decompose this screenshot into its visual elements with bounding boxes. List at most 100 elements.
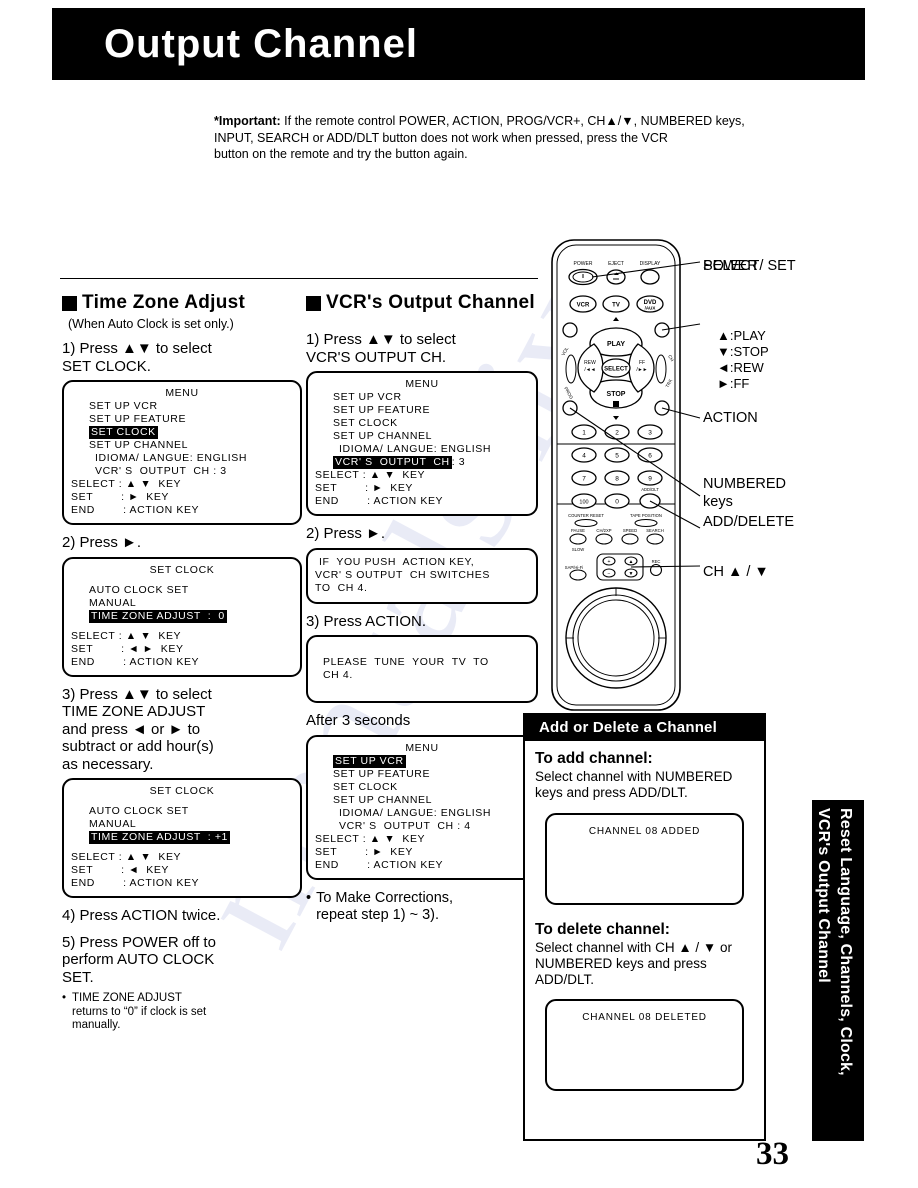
svg-text:1: 1 [582, 430, 586, 437]
svg-text:▼: ▼ [629, 571, 634, 577]
osd-row-idioma: IDIOMA/ LANGUE: ENGLISH [339, 443, 492, 455]
manual-page: manualshiv Output Channel *Important: If… [0, 0, 918, 1188]
svg-text:8: 8 [615, 476, 619, 483]
callout-add-delete: ADD/DELETE [703, 514, 795, 530]
osd-footer-set: SET : ◄ ► KEY [71, 642, 184, 655]
remote-right-side-rocker[interactable] [655, 354, 667, 384]
osd-footer-set: SET : ► KEY [71, 491, 170, 503]
svg-text:SAP/Hi-Fi: SAP/Hi-Fi [565, 565, 583, 570]
osd-row-manual: MANUAL [89, 596, 137, 609]
vcr-output-channel-section: VCR's Output Channel 1) Press ▲▼ to sele… [306, 292, 538, 924]
osd-row-set-up-channel: SET UP CHANNEL [333, 793, 433, 806]
svg-text:SPEED: SPEED [623, 528, 637, 533]
section-heading-vcr-output: VCR's Output Channel [306, 292, 538, 314]
osd-footer-select: SELECT : ▲ ▼ KEY [71, 629, 182, 642]
svg-text:−: − [608, 571, 611, 577]
callout-stop: ▼:STOP [717, 344, 769, 359]
osd-row-time-zone-adjust: TIME ZONE ADJUST : +1 [89, 831, 230, 844]
osd-msg-line-1: PLEASE TUNE YOUR TV TO [323, 655, 489, 668]
callout-rew: ◄:REW [717, 360, 764, 375]
remote-ch2xp-button[interactable] [595, 533, 613, 545]
square-bullet-icon [306, 295, 321, 311]
osd-title: MENU [405, 741, 439, 754]
time-zone-subnote: (When Auto Clock is set only.) [68, 317, 234, 331]
remote-label-display: DISPLAY [640, 261, 661, 267]
osd-row-set-clock: SET CLOCK [333, 780, 398, 793]
osd-msg-line-2: CH 4. [323, 668, 353, 681]
remote-pause-button[interactable] [569, 533, 587, 545]
svg-text:TAPE POSITION: TAPE POSITION [630, 513, 662, 518]
remote-left-side-rocker[interactable] [565, 354, 577, 384]
callout-ch: CH ▲ / ▼ [703, 564, 769, 580]
remote-speed-button[interactable] [621, 533, 639, 545]
svg-text:REW: REW [584, 360, 596, 366]
mid-after-label: After 3 seconds [306, 712, 411, 729]
svg-text:VCR: VCR [577, 303, 590, 309]
osd-row-set-up-vcr: SET UP VCR [333, 754, 406, 768]
to-delete-channel-heading: To delete channel: [535, 921, 670, 938]
svg-text:PAUSE: PAUSE [571, 528, 585, 533]
callout-select-set: SELECT/ SET [703, 258, 796, 274]
important-line-2: INPUT, SEARCH or ADD/DLT button does not… [214, 130, 668, 145]
section-heading-label: Time Zone Adjust [82, 292, 246, 313]
svg-text:SELECT: SELECT [604, 367, 628, 373]
svg-text:SEARCH: SEARCH [646, 528, 663, 533]
section-divider [60, 278, 538, 279]
remote-sap-button[interactable] [569, 569, 587, 581]
add-delete-box-title: Add or Delete a Channel [525, 715, 764, 741]
osd-row-time-zone-adjust: TIME ZONE ADJUST : 0 [89, 609, 227, 623]
osd-row-idioma: IDIOMA/ LANGUE: ENGLISH [339, 806, 492, 819]
bullet-dot-icon: • [62, 992, 67, 1004]
section-heading-time-zone: Time Zone Adjust [62, 292, 302, 314]
mid-bullet-text: To Make Corrections, repeat step 1) ~ 3)… [316, 889, 454, 923]
osd-row-output-ch: VCR' S OUTPUT CH : 3 [95, 465, 227, 477]
osd-channel-added: CHANNEL 08 ADDED [545, 813, 744, 905]
callout-numbered-2: keys [703, 494, 733, 510]
svg-text:ADD/DLT: ADD/DLT [641, 487, 659, 492]
osd-footer-end: END : ACTION KEY [71, 504, 200, 516]
osd-set-clock-zone-0: SET CLOCK AUTO CLOCK SET MANUAL TIME ZON… [62, 556, 302, 677]
svg-text:CH/2XP: CH/2XP [596, 528, 611, 533]
osd-row-auto-clock-set: AUTO CLOCK SET [89, 583, 189, 596]
important-note: *Important: If the remote control POWER,… [152, 113, 792, 163]
square-bullet-icon [62, 295, 77, 311]
svg-text:9: 9 [648, 476, 652, 483]
osd-footer-select: SELECT : ▲ ▼ KEY [71, 478, 182, 490]
osd-footer-select: SELECT : ▲ ▼ KEY [315, 832, 426, 845]
remote-tape-position-button[interactable] [634, 518, 658, 528]
mid-step-3: 3) Press ACTION. [306, 612, 427, 630]
osd-row-set-up-feature: SET UP FEATURE [89, 413, 187, 425]
remote-vol-up-button[interactable] [562, 322, 578, 338]
svg-text:/►►: /►► [636, 367, 647, 373]
svg-text:/◄◄: /◄◄ [584, 367, 595, 373]
to-add-channel-text: Select channel with NUMBERED keys and pr… [535, 769, 733, 800]
osd-footer-set: SET : ► KEY [315, 482, 414, 494]
osd-message-tune-tv: PLEASE TUNE YOUR TV TO CH 4. [306, 635, 538, 703]
svg-text:5: 5 [615, 453, 619, 460]
svg-text:FF: FF [639, 360, 645, 366]
osd-row-output-ch-value: : 3 [451, 456, 466, 468]
remote-eject-button[interactable] [606, 269, 626, 285]
to-delete-channel-text: Select channel with CH ▲ / ▼ or NUMBERED… [535, 940, 733, 987]
remote-search-button[interactable] [646, 533, 664, 545]
osd-channel-added-text: CHANNEL 08 ADDED [588, 826, 701, 837]
osd-row-set-up-vcr: SET UP VCR [89, 400, 158, 412]
chapter-side-tab: Reset Language, Channels, Clock, VCR's O… [812, 800, 864, 1141]
svg-text:3: 3 [648, 430, 652, 437]
important-line-3: button on the remote and try the button … [214, 147, 468, 161]
mid-bullet-note: • To Make Corrections, repeat step 1) ~ … [306, 890, 538, 924]
remote-counter-reset-button[interactable] [574, 518, 598, 528]
svg-text:STOP: STOP [607, 391, 626, 398]
osd-footer-end: END : ACTION KEY [315, 495, 444, 507]
svg-text:100: 100 [579, 500, 588, 506]
left-step-4: 4) Press ACTION twice. [62, 907, 221, 924]
svg-text:▲: ▲ [629, 559, 634, 565]
osd-row-set-clock: SET CLOCK [333, 417, 398, 429]
page-title: Output Channel [104, 22, 418, 66]
svg-text:PLAY: PLAY [607, 341, 625, 348]
osd-menu-set-up-vcr-highlight: MENU SET UP VCR SET UP FEATURE SET CLOCK… [306, 734, 538, 880]
time-zone-adjust-section: Time Zone Adjust (When Auto Clock is set… [62, 292, 302, 1033]
remote-display-button[interactable] [640, 269, 660, 285]
remote-label-eject: EJECT [608, 261, 624, 267]
osd-footer-select: SELECT : ▲ ▼ KEY [315, 469, 426, 481]
